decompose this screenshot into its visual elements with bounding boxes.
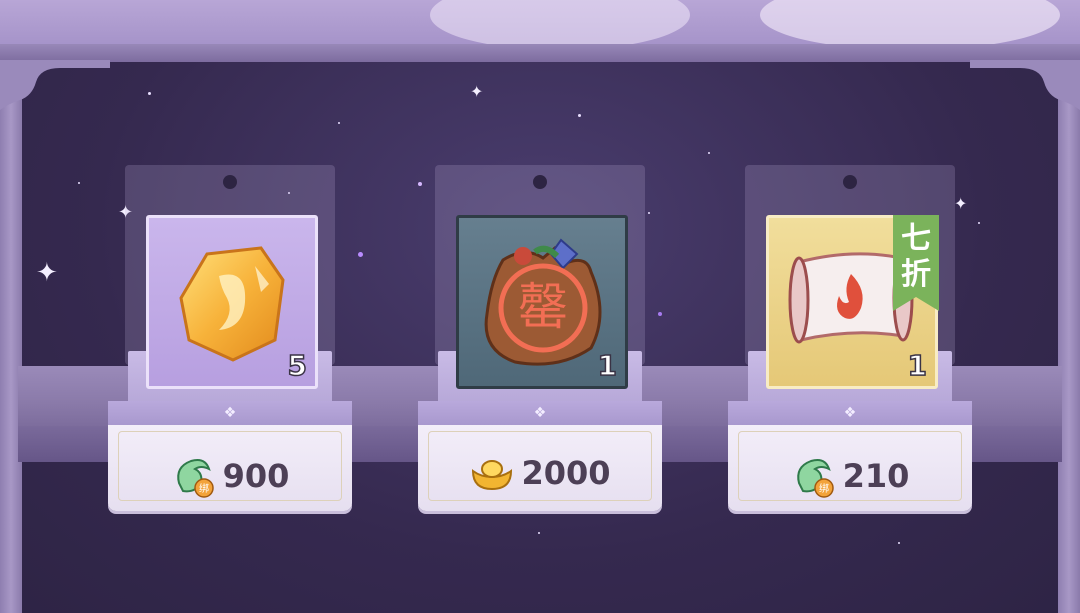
bound-jade-coin-icon: 绑 xyxy=(176,459,214,498)
sparkle-icon: ✦ xyxy=(470,82,484,101)
item-price: 2000 xyxy=(521,454,611,492)
discount-badge: 七折 xyxy=(893,215,939,311)
hanger-hole xyxy=(843,175,857,189)
item-card[interactable]: 七折 1 xyxy=(766,215,939,389)
discount-text: 七折 xyxy=(901,221,931,292)
hanger-hole xyxy=(533,175,547,189)
shop-item-loot-bag[interactable]: 罄 1 ❖ 2000 xyxy=(418,165,662,515)
hanger-hole xyxy=(223,175,237,189)
item-card[interactable]: 罄 1 xyxy=(456,215,628,389)
top-rail xyxy=(0,44,1080,64)
price-tag[interactable]: 绑 210 xyxy=(728,425,972,511)
item-quantity: 1 xyxy=(907,348,928,383)
gold-ingot-icon xyxy=(472,460,513,491)
svg-text:绑: 绑 xyxy=(199,483,209,495)
sold-out-stamp-icon: 罄 xyxy=(498,263,588,353)
price-tag[interactable]: 2000 xyxy=(418,425,662,511)
svg-text:绑: 绑 xyxy=(819,483,829,495)
price-tag[interactable]: 绑 900 xyxy=(108,425,352,511)
shop-item-fire-scroll[interactable]: 七折 1 ❖ 绑 210 xyxy=(728,165,972,515)
shop-item-amber-crystal[interactable]: 5 ❖ 绑 900 xyxy=(108,165,352,515)
ornament-icon: ❖ xyxy=(223,405,237,421)
corner-bracket xyxy=(0,60,110,110)
item-price: 210 xyxy=(842,457,910,495)
ornament-icon: ❖ xyxy=(533,405,547,421)
sparkle-icon: ✦ xyxy=(36,258,58,288)
item-quantity: 5 xyxy=(287,348,308,383)
top-banner xyxy=(0,0,1080,46)
ornament-icon: ❖ xyxy=(843,405,857,421)
corner-bracket xyxy=(970,60,1080,110)
item-quantity: 1 xyxy=(597,348,618,383)
bound-jade-coin-icon: 绑 xyxy=(796,459,834,498)
svg-text:罄: 罄 xyxy=(518,278,568,336)
right-pillar xyxy=(1058,62,1080,613)
left-pillar xyxy=(0,62,22,613)
item-card[interactable]: 5 xyxy=(146,215,318,389)
item-price: 900 xyxy=(222,457,290,495)
